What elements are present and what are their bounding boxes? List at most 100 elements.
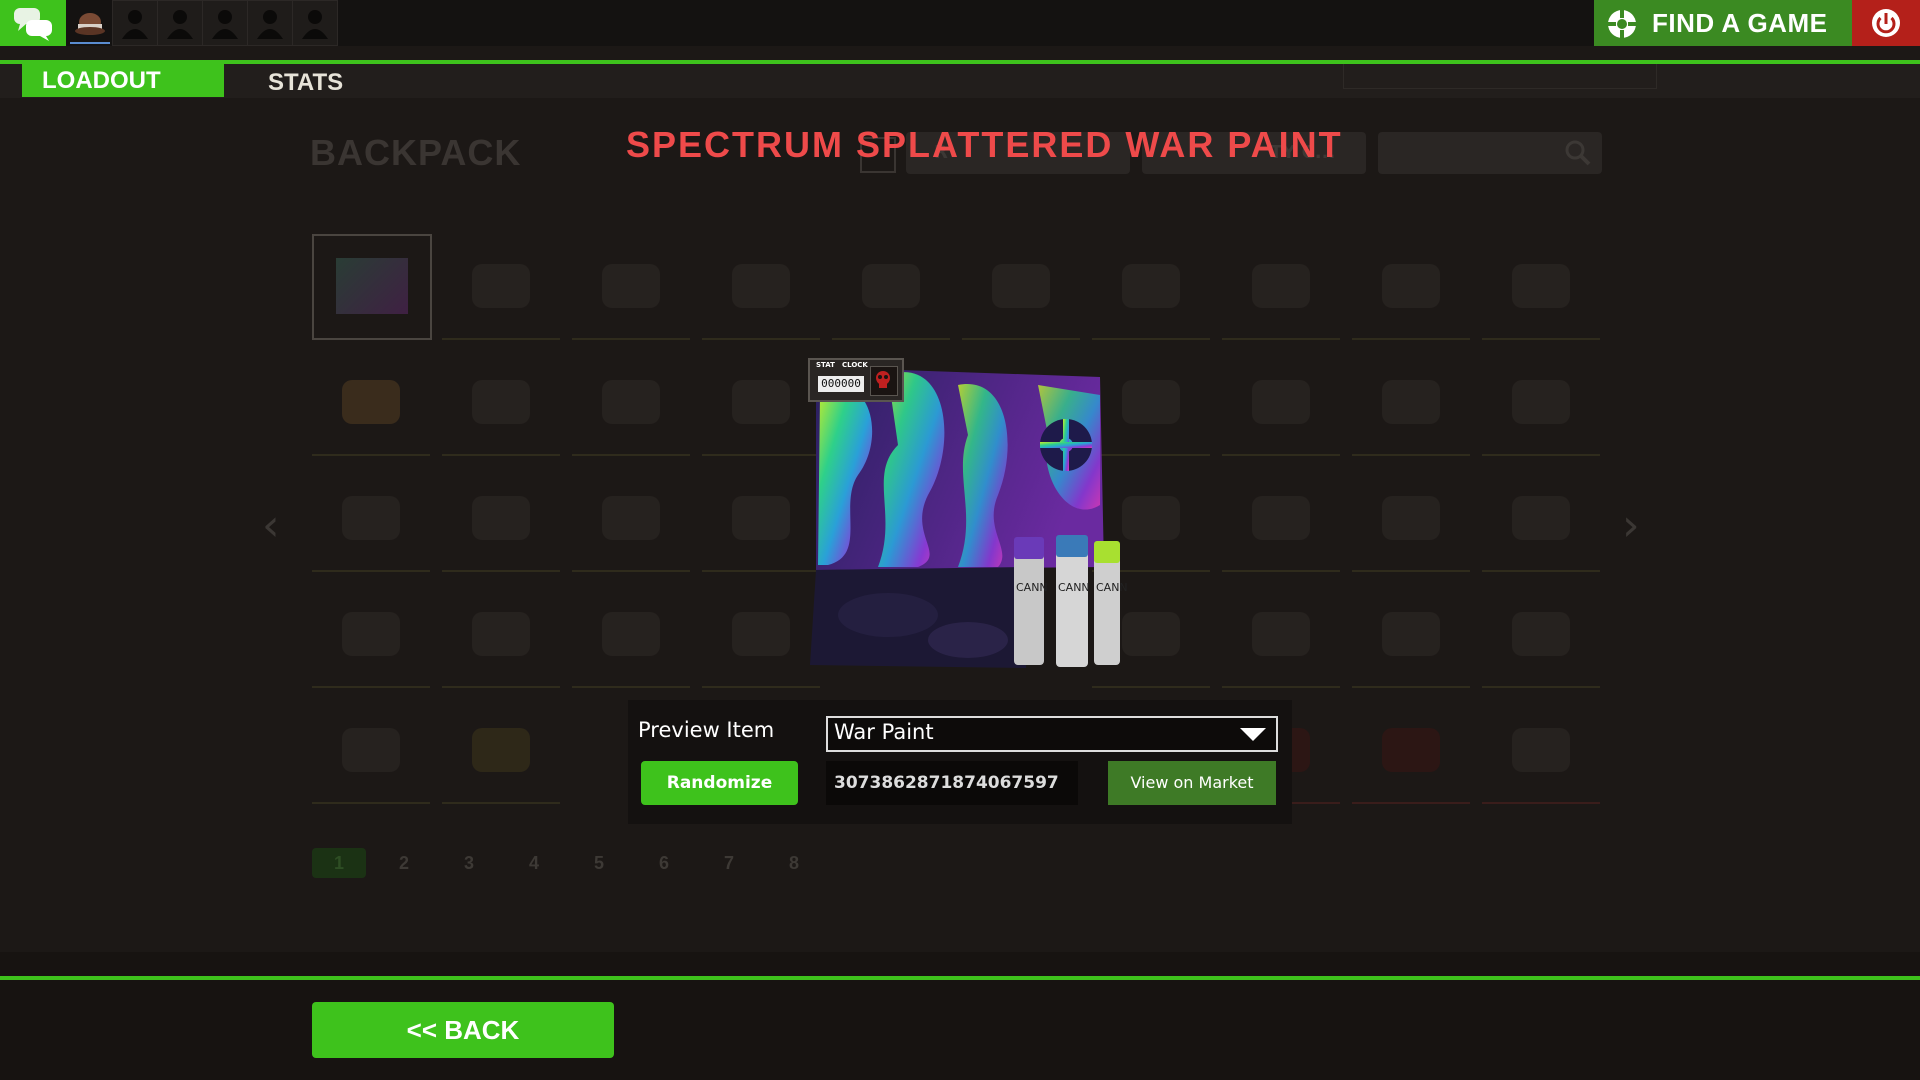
friend-silhouette-icon bbox=[212, 10, 238, 39]
page-button[interactable]: 6 bbox=[637, 848, 691, 878]
item-thumbnail bbox=[1122, 496, 1180, 540]
svg-text:CANN: CANN bbox=[1096, 581, 1128, 594]
tab-stats[interactable]: STATS bbox=[248, 64, 368, 97]
backpack-slot[interactable] bbox=[1482, 582, 1600, 688]
backpack-slot[interactable] bbox=[1352, 466, 1470, 572]
backpack-slot[interactable] bbox=[312, 698, 430, 804]
friend-silhouette-icon bbox=[167, 10, 193, 39]
backpack-slot[interactable] bbox=[572, 466, 690, 572]
backpack-slot[interactable] bbox=[832, 234, 950, 340]
chat-icon bbox=[14, 8, 52, 41]
backpack-slot[interactable] bbox=[572, 234, 690, 340]
svg-text:CANN: CANN bbox=[1058, 581, 1090, 594]
search-input[interactable] bbox=[1378, 132, 1602, 174]
item-thumbnail bbox=[342, 496, 400, 540]
view-on-market-button[interactable]: View on Market bbox=[1108, 761, 1276, 805]
backpack-slot[interactable] bbox=[1352, 234, 1470, 340]
backpack-slot[interactable] bbox=[1482, 350, 1600, 456]
backpack-slot[interactable] bbox=[1222, 350, 1340, 456]
backpack-slot[interactable] bbox=[312, 234, 432, 340]
page-button[interactable]: 3 bbox=[442, 848, 496, 878]
backpack-title: BACKPACK bbox=[310, 132, 522, 173]
backpack-slot[interactable] bbox=[1222, 466, 1340, 572]
preview-item-select[interactable]: War Paint bbox=[826, 716, 1278, 752]
page-button[interactable]: 1 bbox=[312, 848, 366, 878]
item-thumbnail bbox=[1382, 380, 1440, 424]
page-button[interactable]: 7 bbox=[702, 848, 756, 878]
item-thumbnail bbox=[1122, 612, 1180, 656]
backpack-slot[interactable] bbox=[1092, 234, 1210, 340]
backpack-slot[interactable] bbox=[1352, 350, 1470, 456]
item-thumbnail bbox=[602, 380, 660, 424]
back-button[interactable]: << BACK bbox=[312, 1002, 614, 1058]
backpack-slot[interactable] bbox=[572, 582, 690, 688]
backpack-slot[interactable] bbox=[312, 582, 430, 688]
backpack-slot[interactable] bbox=[442, 582, 560, 688]
randomize-button[interactable]: Randomize bbox=[641, 761, 798, 805]
backpack-slot[interactable] bbox=[702, 350, 820, 456]
page-button[interactable]: 4 bbox=[507, 848, 561, 878]
backpack-slot[interactable] bbox=[702, 466, 820, 572]
preview-item-label: Preview Item bbox=[638, 718, 775, 742]
search-icon bbox=[1565, 140, 1591, 166]
item-thumbnail bbox=[1252, 496, 1310, 540]
skull-icon bbox=[870, 366, 898, 396]
friend-slot[interactable] bbox=[157, 0, 203, 46]
next-page-arrow[interactable]: › bbox=[1622, 500, 1640, 551]
find-a-game-label: FIND A GAME bbox=[1652, 8, 1828, 38]
backpack-slot[interactable] bbox=[572, 350, 690, 456]
chat-button[interactable] bbox=[0, 0, 66, 46]
backpack-slot[interactable] bbox=[962, 234, 1080, 340]
backpack-slot[interactable] bbox=[442, 234, 560, 340]
backpack-slot[interactable] bbox=[312, 350, 430, 456]
item-thumbnail bbox=[732, 380, 790, 424]
seed-field[interactable]: 3073862871874067597 bbox=[826, 761, 1078, 805]
footer-divider bbox=[0, 976, 1920, 980]
page-button[interactable]: 2 bbox=[377, 848, 431, 878]
backpack-slot[interactable] bbox=[1222, 234, 1340, 340]
item-thumbnail bbox=[472, 380, 530, 424]
dropdown-stub bbox=[1343, 64, 1657, 89]
item-thumbnail bbox=[602, 264, 660, 308]
friend-slot[interactable] bbox=[292, 0, 338, 46]
preview-panel: Preview Item War Paint Randomize 3073862… bbox=[628, 700, 1292, 824]
find-a-game-button[interactable]: FIND A GAME bbox=[1594, 0, 1852, 46]
backpack-slot[interactable] bbox=[442, 466, 560, 572]
backpack-slot[interactable] bbox=[442, 698, 560, 804]
page-button[interactable]: 5 bbox=[572, 848, 626, 878]
item-thumbnail bbox=[1512, 496, 1570, 540]
item-thumbnail bbox=[342, 612, 400, 656]
page-button[interactable]: 8 bbox=[767, 848, 821, 878]
hat-button[interactable] bbox=[70, 4, 110, 44]
friend-silhouette-icon bbox=[302, 10, 328, 39]
friend-slot[interactable] bbox=[202, 0, 248, 46]
prev-page-arrow[interactable]: ‹ bbox=[262, 500, 280, 551]
friend-silhouette-icon bbox=[257, 10, 283, 39]
backpack-slot[interactable] bbox=[702, 582, 820, 688]
item-thumbnail bbox=[1122, 264, 1180, 308]
backpack-slot[interactable] bbox=[1482, 698, 1600, 804]
item-thumbnail bbox=[1122, 380, 1180, 424]
quit-button[interactable] bbox=[1852, 0, 1920, 46]
backpack-slot[interactable] bbox=[1482, 466, 1600, 572]
backpack-slot[interactable] bbox=[442, 350, 560, 456]
tab-loadout[interactable]: LOADOUT bbox=[22, 64, 224, 97]
hat-icon bbox=[75, 13, 105, 35]
backpack-slot[interactable] bbox=[1352, 698, 1470, 804]
item-thumbnail bbox=[1382, 264, 1440, 308]
power-icon bbox=[1872, 9, 1900, 37]
friend-silhouette-icon bbox=[122, 10, 148, 39]
item-thumbnail bbox=[862, 264, 920, 308]
backpack-slot[interactable] bbox=[1222, 582, 1340, 688]
friend-slot[interactable] bbox=[112, 0, 158, 46]
item-thumbnail bbox=[602, 496, 660, 540]
backpack-slot[interactable] bbox=[312, 466, 430, 572]
item-thumbnail bbox=[732, 612, 790, 656]
backpack-slot[interactable] bbox=[702, 234, 820, 340]
footer-bar bbox=[0, 952, 1920, 1080]
preview-item-select-value: War Paint bbox=[834, 720, 934, 744]
backpack-slot[interactable] bbox=[1482, 234, 1600, 340]
backpack-slot[interactable] bbox=[1352, 582, 1470, 688]
friend-slot[interactable] bbox=[247, 0, 293, 46]
item-thumbnail bbox=[342, 380, 400, 424]
